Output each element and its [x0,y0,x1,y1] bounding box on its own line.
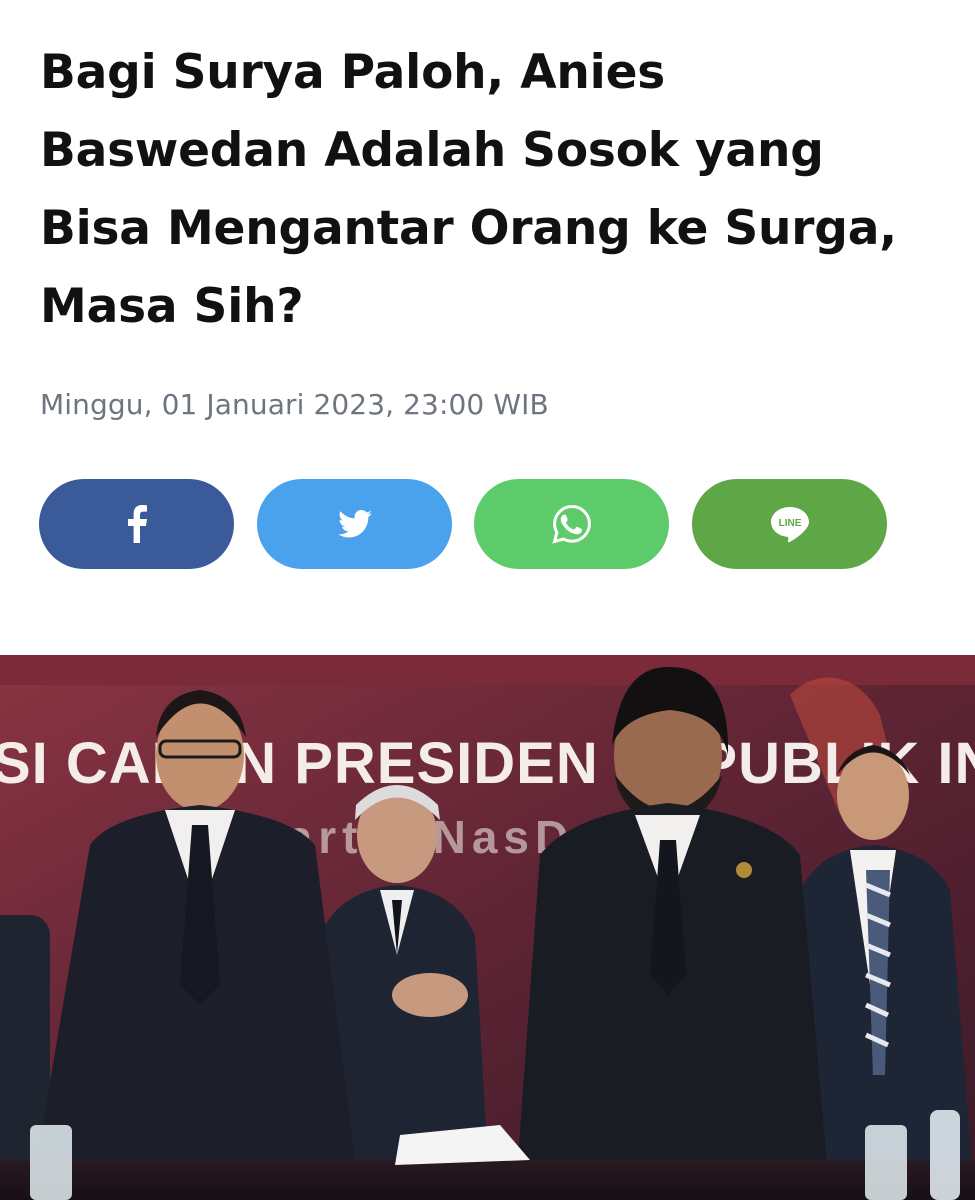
article-dateline: Minggu, 01 Januari 2023, 23:00 WIB [40,388,549,421]
photo-backdrop-text: SI CALON PRESIDEN REPUBLIK INDONESIA [0,731,975,796]
whatsapp-icon [551,503,593,545]
photo-water-glass-right [865,1125,907,1200]
twitter-icon [337,510,372,538]
article-photo: SI CALON PRESIDEN REPUBLIK INDONESIA Par… [0,655,975,1200]
share-twitter-button[interactable] [257,479,452,569]
facebook-icon [126,505,148,543]
share-facebook-button[interactable] [39,479,234,569]
photo-water-bottle [930,1110,960,1200]
line-icon: LINE [770,505,810,543]
photo-water-glass-left [30,1125,72,1200]
line-icon-label: LINE [778,518,801,529]
share-bar: LINE [39,479,899,569]
share-line-button[interactable]: LINE [692,479,887,569]
share-whatsapp-button[interactable] [474,479,669,569]
article: Bagi Surya Paloh, Anies Baswedan Adalah … [0,0,975,1200]
article-headline: Bagi Surya Paloh, Anies Baswedan Adalah … [40,45,897,334]
